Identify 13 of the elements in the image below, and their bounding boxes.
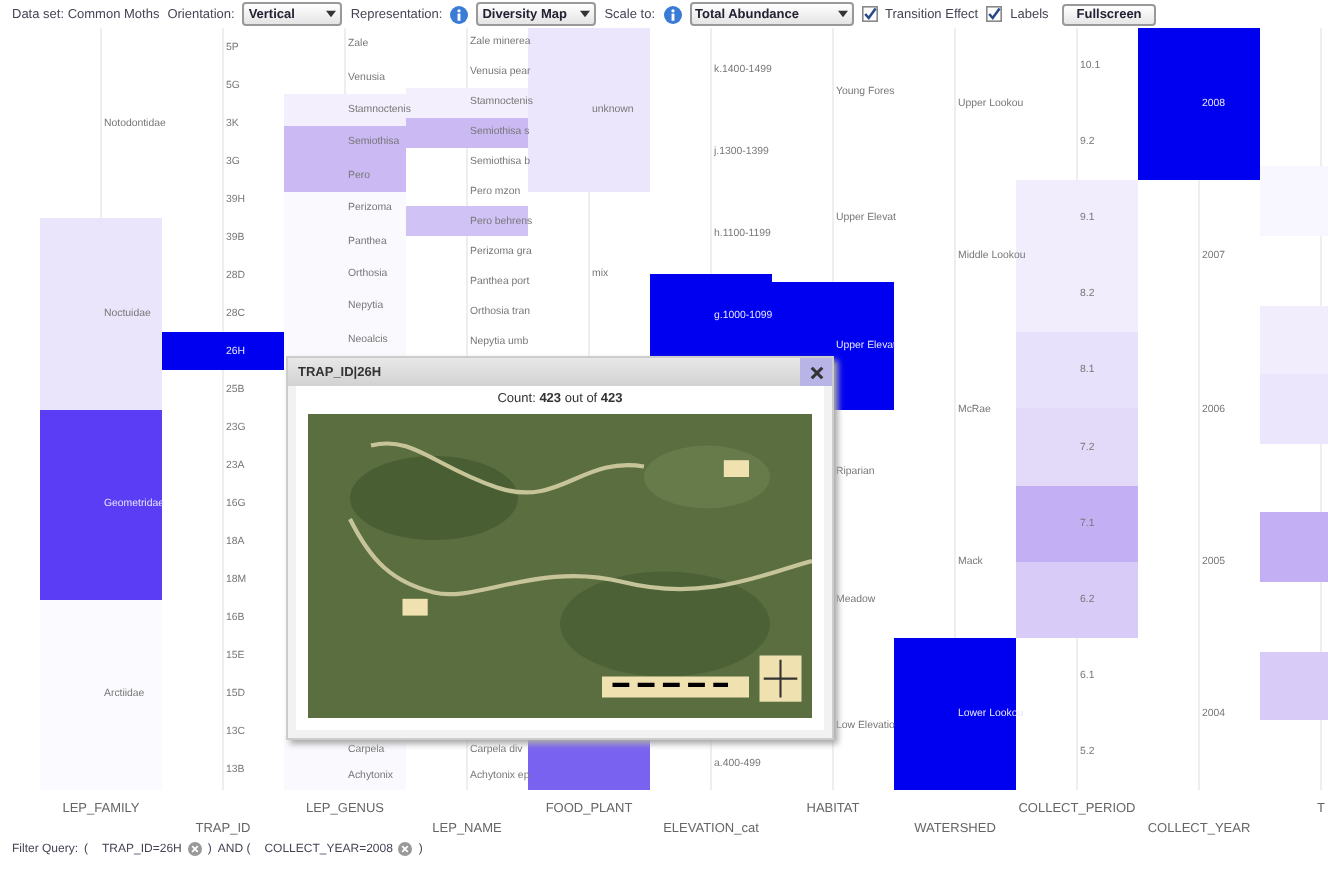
checkbox[interactable] [861, 6, 877, 22]
category-block[interactable] [162, 332, 284, 371]
info-icon[interactable] [663, 5, 681, 23]
caret-icon [326, 10, 337, 18]
category-block[interactable] [528, 736, 650, 790]
caret-icon [837, 10, 847, 18]
close-icon [809, 365, 823, 379]
info-icon[interactable] [450, 5, 469, 23]
caret-icon [580, 10, 591, 18]
checkbox[interactable] [986, 6, 1003, 22]
close-button[interactable] [800, 358, 832, 386]
remove-icon[interactable] [398, 842, 413, 856]
remove-icon[interactable] [187, 842, 202, 856]
